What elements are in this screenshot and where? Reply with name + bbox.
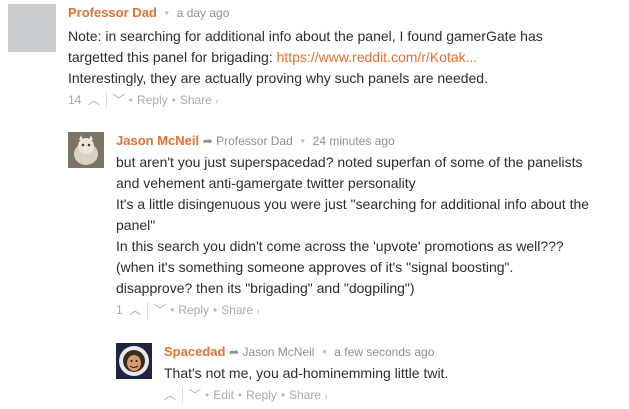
- comment-timestamp[interactable]: a few seconds ago: [334, 345, 434, 359]
- edit-button[interactable]: Edit: [213, 387, 234, 403]
- reply-button[interactable]: Reply: [246, 387, 277, 403]
- chevron-up-icon[interactable]: ︿: [88, 92, 100, 108]
- chevron-right-icon: ›: [215, 96, 219, 106]
- separator-dot: •: [205, 388, 210, 402]
- reply-arrow-icon: ➦: [229, 345, 240, 359]
- comment-line: panel": [116, 217, 156, 233]
- comment-body: Note: in searching for additional info a…: [68, 26, 628, 89]
- vote-controls: ︿: [164, 387, 184, 403]
- vote-controls: 14 ︿: [68, 92, 107, 108]
- reply-button[interactable]: Reply: [178, 302, 209, 318]
- comment-line: (when it's something someone approves of…: [116, 259, 514, 275]
- comment-line: targetted this panel for brigading: http…: [68, 47, 628, 68]
- comment-actions: 1 ︿ ﹀ • Reply • Share ›: [116, 302, 626, 319]
- comment-timestamp[interactable]: 24 minutes ago: [313, 134, 395, 148]
- separator-dot: •: [237, 388, 243, 402]
- comment-text: targetted this panel for brigading:: [68, 49, 277, 65]
- comment-actions: 14 ︿ ﹀ • Reply • Share ›: [68, 92, 628, 109]
- comment-actions: ︿ ﹀ • Edit • Reply • Share ›: [164, 387, 624, 404]
- separator-dot: •: [322, 344, 327, 359]
- share-button[interactable]: Share ›: [221, 302, 259, 319]
- avatar[interactable]: [116, 343, 152, 379]
- comment-line: It's a little disingenuous you were just…: [116, 196, 590, 212]
- upvote-count: 1: [116, 303, 123, 317]
- comment-body: That's not me, you ad-hominemming little…: [164, 363, 624, 384]
- comment-line: and vehement anti-gamergate twitter pers…: [116, 175, 416, 191]
- chevron-down-icon[interactable]: ﹀: [113, 92, 125, 108]
- reply-arrow-icon: ➦: [202, 134, 213, 148]
- comment-timestamp[interactable]: a day ago: [177, 6, 230, 20]
- separator-dot: •: [280, 388, 286, 402]
- chevron-up-icon[interactable]: ︿: [129, 302, 141, 318]
- reply-to[interactable]: ➦ Professor Dad: [203, 134, 293, 148]
- separator-dot: •: [171, 93, 176, 107]
- external-link[interactable]: https://www.reddit.com/r/Kotak...: [277, 49, 478, 65]
- chevron-down-icon[interactable]: ﹀: [189, 387, 201, 403]
- chevron-right-icon: ›: [256, 306, 260, 316]
- separator-dot: •: [128, 93, 133, 107]
- comment-author[interactable]: Jason McNeil: [116, 133, 199, 148]
- share-label: Share: [179, 93, 212, 107]
- reply-to-author: Jason McNeil: [242, 345, 315, 359]
- comment-author[interactable]: Professor Dad: [68, 5, 157, 20]
- separator-dot: •: [300, 133, 306, 148]
- reply-to[interactable]: ➦ Jason McNeil: [229, 345, 314, 359]
- chevron-right-icon: ›: [324, 391, 328, 401]
- cat-avatar-icon: [68, 132, 104, 168]
- comment-line: disapprove? then its "brigading" and "do…: [116, 280, 415, 296]
- comment-line: but aren't you just superspacedad? noted…: [116, 154, 583, 170]
- reply-to-author: Professor Dad: [216, 134, 293, 148]
- comment-author[interactable]: Spacedad: [164, 344, 225, 359]
- separator-dot: •: [212, 303, 218, 317]
- avatar[interactable]: [68, 132, 104, 168]
- share-button[interactable]: Share ›: [289, 387, 327, 404]
- comment-line: In this search you didn't come across th…: [116, 238, 564, 254]
- share-label: Share: [221, 303, 254, 317]
- comment-body: but aren't you just superspacedad? noted…: [116, 152, 626, 299]
- share-button[interactable]: Share ›: [180, 92, 218, 109]
- reply-button[interactable]: Reply: [137, 92, 168, 108]
- vote-controls: 1 ︿: [116, 302, 149, 318]
- share-label: Share: [289, 388, 322, 402]
- astronaut-avatar-icon: [116, 343, 152, 379]
- comment-line: Note: in searching for additional info a…: [68, 28, 543, 44]
- separator-dot: •: [170, 303, 175, 317]
- upvote-count: 14: [68, 93, 82, 107]
- separator-dot: •: [164, 5, 170, 20]
- chevron-up-icon[interactable]: ︿: [164, 387, 176, 403]
- avatar[interactable]: [8, 4, 56, 52]
- comment-line: Interestingly, they are actually proving…: [68, 70, 488, 86]
- comment-line: That's not me, you ad-hominemming little…: [164, 365, 449, 381]
- default-avatar-icon: [8, 4, 56, 52]
- chevron-down-icon[interactable]: ﹀: [154, 302, 166, 318]
